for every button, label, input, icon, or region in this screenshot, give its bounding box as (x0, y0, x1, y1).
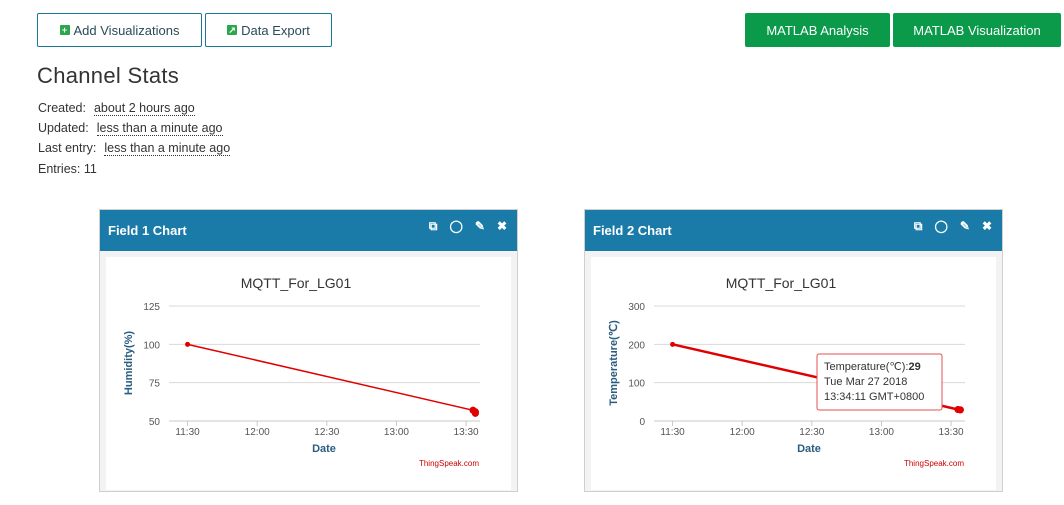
y-tick-label: 0 (639, 417, 645, 428)
tooltip-line-3: 13:34:11 GMT+0800 (824, 391, 924, 403)
x-tick-label: 12:30 (314, 427, 339, 438)
field-2-chart-panel: Field 2 Chart ⧉ ◯ ✎ ✖ MQTT_For_LG01 0 100 2… (584, 209, 1003, 492)
series-line (187, 343, 477, 414)
x-axis-label: Date (312, 443, 336, 455)
x-axis-label: Date (797, 443, 821, 455)
x-tick-label: 11:30 (660, 427, 685, 438)
y-tick-label: 100 (628, 379, 645, 390)
stat-entries: Entries: 11 (38, 162, 97, 176)
tooltip-line-2: Tue Mar 27 2018 (824, 376, 907, 388)
x-tick-label: 13:00 (384, 427, 409, 438)
tooltip-label: Temperature(℃): (824, 361, 909, 373)
panel-title: Field 2 Chart (593, 223, 672, 238)
plus-icon: + (59, 25, 70, 35)
y-tick-label: 75 (149, 379, 161, 390)
y-tick-label: 50 (149, 417, 161, 428)
stat-updated: Updated: less than a minute ago (38, 121, 223, 136)
edit-pencil-icon[interactable]: ✎ (475, 219, 485, 234)
y-axis-label: Humidity(%) (123, 331, 135, 396)
x-tick-label: 12:00 (245, 427, 270, 438)
close-icon[interactable]: ✖ (982, 219, 992, 234)
temperature-chart: MQTT_For_LG01 0 100 200 300 11:30 12:00 12:30 13… (608, 275, 965, 468)
export-icon: ↗ (227, 25, 238, 35)
matlab-visualization-label: MATLAB Visualization (913, 22, 1041, 38)
data-export-label: Data Export (241, 22, 310, 38)
open-external-icon[interactable]: ⧉ (429, 219, 438, 234)
credit-label: ThingSpeak.com (904, 459, 964, 468)
data-point (471, 409, 479, 417)
created-label: Created: (38, 101, 86, 115)
data-point (185, 341, 191, 347)
stat-last-entry: Last entry: less than a minute ago (38, 141, 231, 156)
add-visualizations-label: Add Visualizations (73, 22, 180, 38)
matlab-analysis-label: MATLAB Analysis (766, 22, 869, 38)
page-title: Channel Stats (37, 63, 180, 88)
created-value: about 2 hours ago (93, 101, 195, 116)
y-tick-label: 300 (628, 302, 645, 313)
chart-body: MQTT_For_LG01 50 75 100 125 11:30 12:00 12:30 13… (106, 257, 511, 490)
x-tick-label: 13:00 (869, 427, 894, 438)
data-point (670, 341, 676, 347)
panel-header: Field 1 Chart ⧉ ◯ ✎ ✖ (100, 210, 517, 251)
edit-pencil-icon[interactable]: ✎ (960, 219, 970, 234)
y-tick-label: 100 (143, 340, 160, 351)
matlab-analysis-button[interactable]: MATLAB Analysis (745, 13, 890, 47)
tooltip-line-1: Temperature(℃):29 (824, 361, 921, 373)
x-tick-label: 11:30 (175, 427, 200, 438)
open-external-icon[interactable]: ⧉ (914, 219, 923, 234)
last-entry-label: Last entry: (38, 141, 97, 155)
y-tick-label: 125 (143, 302, 160, 313)
stat-created: Created: about 2 hours ago (38, 101, 195, 116)
data-export-button[interactable]: ↗ Data Export (205, 13, 332, 47)
credit-label: ThingSpeak.com (419, 459, 479, 468)
panel-title: Field 1 Chart (108, 223, 187, 238)
x-tick-label: 12:00 (730, 427, 755, 438)
y-tick-label: 200 (628, 340, 645, 351)
humidity-chart: MQTT_For_LG01 50 75 100 125 11:30 12:00 12:30 13… (123, 275, 480, 468)
comment-icon[interactable]: ◯ (449, 219, 462, 234)
tooltip-value: 29 (909, 361, 921, 373)
y-axis-label: Temperature(℃) (608, 320, 620, 406)
x-tick-label: 12:30 (799, 427, 824, 438)
chart-body: MQTT_For_LG01 0 100 200 300 11:30 12:00 12:30 13… (591, 257, 996, 490)
close-icon[interactable]: ✖ (497, 219, 507, 234)
comment-icon[interactable]: ◯ (934, 219, 947, 234)
x-tick-label: 13:30 (939, 427, 964, 438)
chart-title: MQTT_For_LG01 (241, 275, 352, 291)
add-visualizations-button[interactable]: + Add Visualizations (37, 13, 202, 47)
matlab-visualization-button[interactable]: MATLAB Visualization (893, 13, 1061, 47)
last-entry-value: less than a minute ago (104, 141, 231, 156)
updated-label: Updated: (38, 121, 89, 135)
field-1-chart-panel: Field 1 Chart ⧉ ◯ ✎ ✖ MQTT_For_LG01 50 75 1… (99, 209, 518, 492)
x-tick-label: 13:30 (454, 427, 479, 438)
panel-header: Field 2 Chart ⧉ ◯ ✎ ✖ (585, 210, 1002, 251)
data-point (956, 406, 964, 414)
chart-title: MQTT_For_LG01 (726, 275, 837, 291)
updated-value: less than a minute ago (96, 121, 223, 136)
